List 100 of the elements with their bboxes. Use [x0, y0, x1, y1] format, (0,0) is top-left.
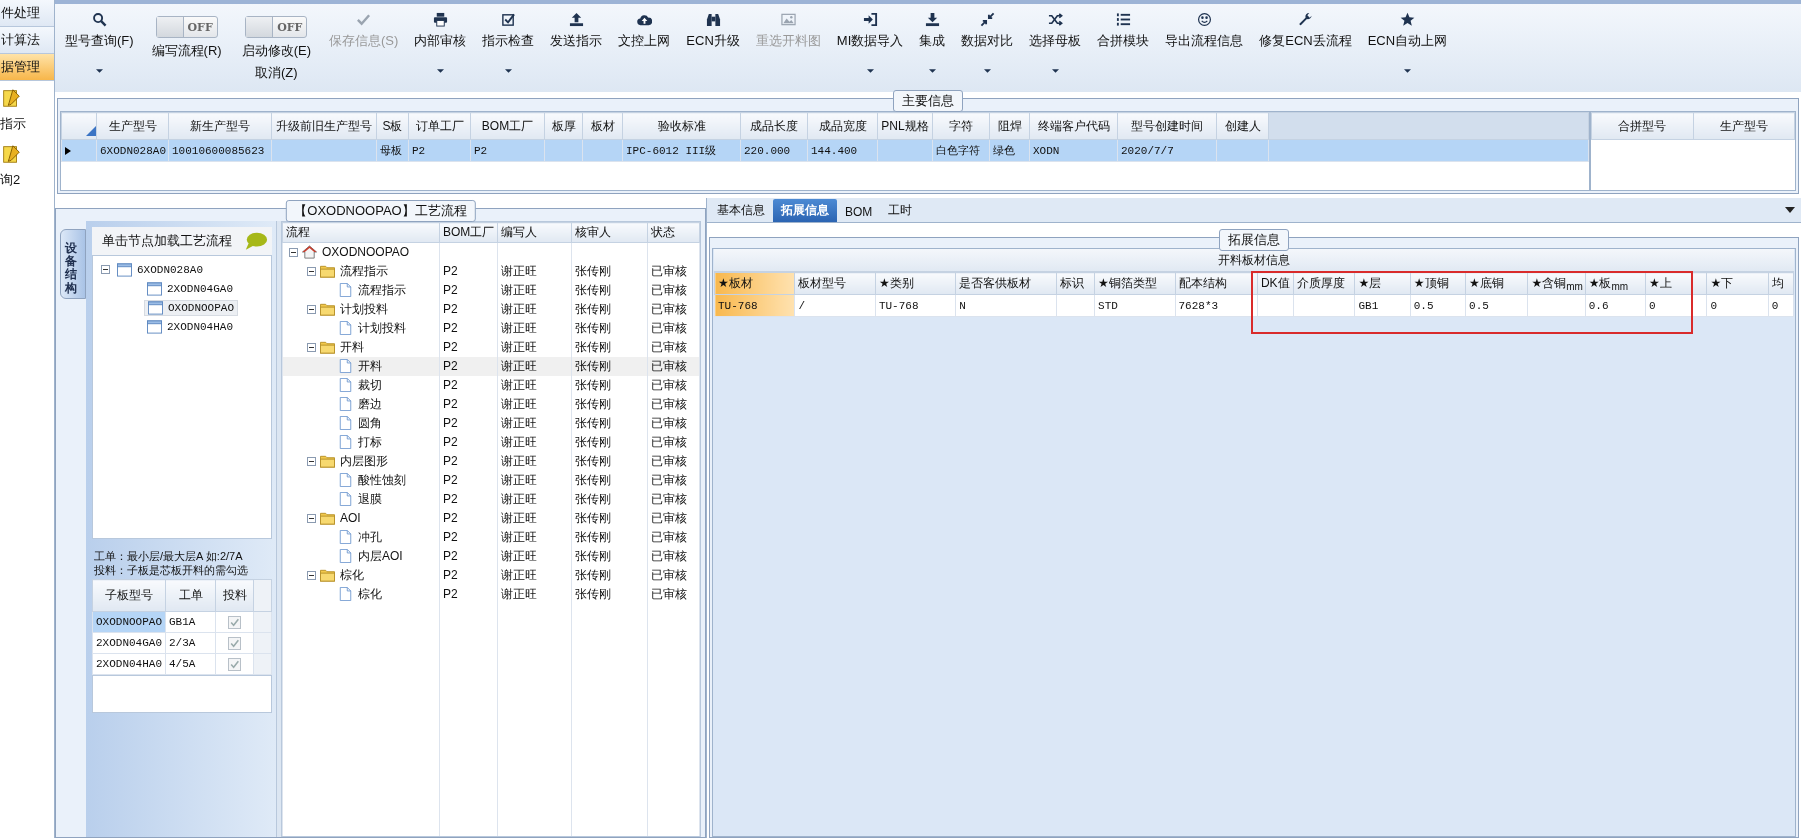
- tree-item[interactable]: 流程指示: [320, 262, 388, 280]
- tree-item[interactable]: 圆角: [338, 414, 382, 432]
- tree-item[interactable]: OXODNOOPAO: [144, 299, 238, 316]
- toolbar-button[interactable]: 选择母板: [1023, 10, 1088, 84]
- column-header[interactable]: 新生产型号: [168, 112, 272, 140]
- collapse-icon[interactable]: [307, 456, 316, 466]
- tree-item[interactable]: OXODNOOPAO: [302, 245, 410, 260]
- column-header[interactable]: 型号创建时间: [1117, 112, 1217, 140]
- column-header[interactable]: 状态: [647, 222, 700, 243]
- sidebar-item[interactable]: 指示: [0, 81, 54, 137]
- tree-item[interactable]: 棕化: [320, 566, 364, 584]
- column-header[interactable]: 工单: [165, 579, 216, 612]
- tab[interactable]: BOM: [837, 202, 881, 222]
- column-header[interactable]: 阻焊: [989, 112, 1030, 140]
- toolbar-button[interactable]: 集成: [913, 10, 952, 84]
- column-header[interactable]: ★板材: [714, 272, 795, 295]
- column-header[interactable]: 编写人: [497, 222, 572, 243]
- column-header[interactable]: 板材型号: [794, 272, 876, 295]
- toolbar-button[interactable]: 合拼模块: [1091, 10, 1156, 84]
- tree-item[interactable]: 裁切: [338, 376, 382, 394]
- sidebar-item[interactable]: 计算法: [0, 27, 54, 54]
- column-header[interactable]: 成品长度: [740, 112, 808, 140]
- column-header[interactable]: 标识: [1056, 272, 1095, 295]
- toolbar-button[interactable]: 内部审核: [408, 10, 473, 84]
- checkbox[interactable]: [228, 636, 241, 650]
- column-header[interactable]: 生产型号: [96, 112, 169, 140]
- toolbar-button[interactable]: 数据对比: [955, 10, 1020, 84]
- download-icon: [924, 12, 940, 27]
- column-header[interactable]: 合拼型号: [1591, 112, 1693, 140]
- toolbar-button[interactable]: ECN自动上网: [1361, 10, 1454, 84]
- toolbar-button[interactable]: 修复ECN丢流程: [1253, 10, 1358, 84]
- toggle-switch[interactable]: OFF: [155, 16, 218, 38]
- sidebar-item[interactable]: 据管理: [0, 54, 54, 81]
- column-header[interactable]: ★类别: [875, 272, 956, 295]
- toggle-switch[interactable]: OFF: [245, 16, 308, 38]
- collapse-icon[interactable]: [101, 265, 110, 274]
- tree-item[interactable]: 内层图形: [320, 452, 388, 470]
- toolbar-button[interactable]: 发送指示: [544, 10, 609, 84]
- column-header[interactable]: 验收标准: [622, 112, 741, 140]
- tree-item[interactable]: 计划投料: [320, 300, 388, 318]
- column-header[interactable]: 板厚: [544, 112, 583, 140]
- column-header[interactable]: ★铜箔类型: [1094, 272, 1175, 295]
- table-cell: P2: [439, 261, 498, 281]
- image-icon: [780, 12, 796, 27]
- collapse-icon[interactable]: [289, 247, 298, 257]
- sidebar-item[interactable]: 询2: [0, 137, 54, 193]
- collapse-icon[interactable]: [307, 304, 316, 314]
- tree-item[interactable]: 开料: [320, 338, 364, 356]
- collapse-icon[interactable]: [307, 342, 316, 352]
- column-header[interactable]: 成品宽度: [807, 112, 878, 140]
- tab[interactable]: 工时: [880, 199, 921, 222]
- collapse-icon[interactable]: [307, 513, 316, 523]
- column-header[interactable]: 配本结构: [1175, 272, 1258, 295]
- table-cell: 0: [1706, 294, 1769, 317]
- column-header[interactable]: 核审人: [571, 222, 648, 243]
- column-header[interactable]: 字符: [932, 112, 990, 140]
- column-header[interactable]: 升级前旧生产型号: [271, 112, 377, 140]
- toolbar-button[interactable]: 文控上网: [612, 10, 677, 84]
- side-tab[interactable]: 设备结构: [60, 229, 86, 299]
- column-header[interactable]: 终端客户代码: [1029, 112, 1118, 140]
- column-header[interactable]: 板材: [582, 112, 623, 140]
- toolbar-button[interactable]: ECN升级: [680, 10, 746, 84]
- collapse-icon[interactable]: [307, 266, 316, 276]
- column-header[interactable]: 生产型号: [1693, 112, 1795, 140]
- column-header[interactable]: 是否客供板材: [955, 272, 1057, 295]
- toolbar-button[interactable]: 导出流程信息: [1159, 10, 1250, 84]
- tree-item[interactable]: 酸性蚀刻: [338, 471, 406, 489]
- tree-item[interactable]: 2XODN04GA0: [144, 281, 236, 296]
- tab[interactable]: 基本信息: [709, 199, 773, 222]
- toolbar-button[interactable]: 指示检查: [476, 10, 541, 84]
- checkbox[interactable]: [228, 657, 241, 671]
- tree-item[interactable]: 退膜: [338, 490, 382, 508]
- toolbar-button[interactable]: MI数据导入: [830, 10, 910, 84]
- tree-item[interactable]: 计划投料: [338, 319, 406, 337]
- sidebar-item[interactable]: 件处理: [0, 0, 54, 27]
- tree-item[interactable]: 2XODN04HA0: [144, 319, 236, 334]
- collapse-icon[interactable]: [307, 570, 316, 580]
- column-header[interactable]: BOM工厂: [439, 222, 498, 243]
- tree-item[interactable]: 冲孔: [338, 528, 382, 546]
- column-header[interactable]: S板: [376, 112, 409, 140]
- column-header[interactable]: 订单工厂: [408, 112, 471, 140]
- column-header[interactable]: PNL规格: [877, 112, 933, 140]
- toolbar-button[interactable]: 型号查询(F): [59, 10, 140, 84]
- column-header[interactable]: 子板型号: [92, 579, 166, 612]
- column-header[interactable]: 创建人: [1216, 112, 1269, 140]
- column-header[interactable]: 投料: [215, 579, 254, 612]
- tree-item[interactable]: 磨边: [338, 395, 382, 413]
- tree-item[interactable]: 棕化: [338, 585, 382, 603]
- tab[interactable]: 拓展信息: [773, 199, 837, 222]
- tree-item[interactable]: 打标: [338, 433, 382, 451]
- column-header[interactable]: BOM工厂: [470, 112, 545, 140]
- tree-item[interactable]: AOI: [320, 511, 361, 525]
- column-header[interactable]: 流程: [282, 222, 440, 243]
- tree-item[interactable]: 流程指示: [338, 281, 406, 299]
- column-header[interactable]: ★下: [1706, 272, 1769, 295]
- dropdown-arrow-icon[interactable]: [1785, 207, 1795, 213]
- tree-item[interactable]: 6XODN028A0: [114, 262, 206, 277]
- column-header[interactable]: 均: [1768, 272, 1794, 295]
- checkbox[interactable]: [228, 615, 241, 629]
- tree-item[interactable]: 内层AOI: [338, 547, 403, 565]
